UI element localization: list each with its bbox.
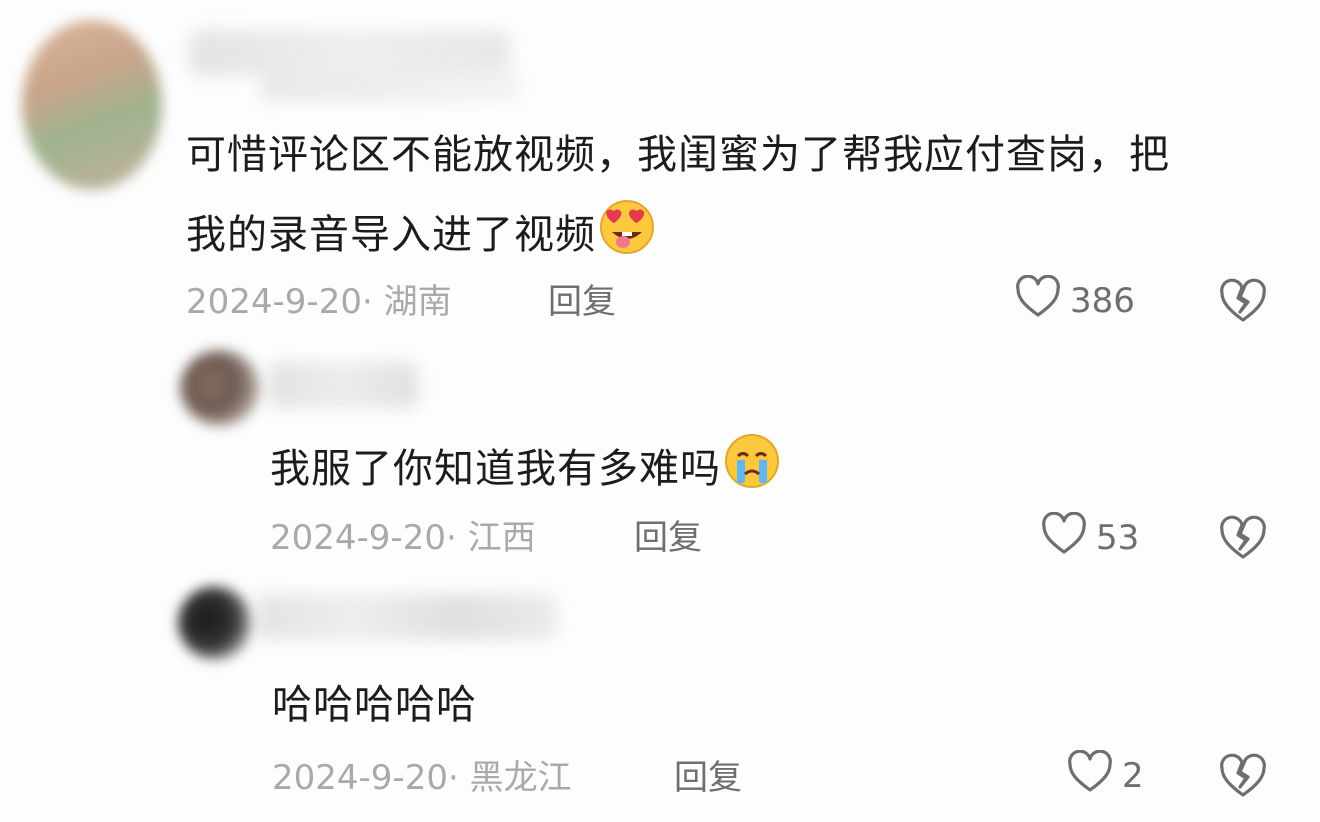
crying-face-emoji: [723, 432, 781, 508]
comment-location: · 湖南: [361, 282, 452, 322]
comment-location: · 江西: [445, 518, 536, 558]
heart-outline-icon: [1040, 511, 1088, 565]
comment-date: 2024-9-20: [270, 518, 446, 558]
comment-text-line: 可惜评论区不能放视频，我闺蜜为了帮我应付查岗，把: [186, 132, 1170, 178]
comment-text-line: 我服了你知道我有多难吗: [270, 446, 721, 492]
like-button[interactable]: 2: [1066, 749, 1144, 799]
reply-button[interactable]: 回复: [548, 282, 616, 322]
heart-outline-icon: [1066, 749, 1114, 803]
username-blurred[interactable]: [256, 594, 556, 640]
comment-text-line: 我的录音导入进了视频: [186, 212, 596, 258]
avatar[interactable]: [22, 20, 162, 190]
reply-item: 哈哈哈哈哈 2024-9-20· 黑龙江 回复 2: [0, 580, 1320, 822]
heart-outline-icon: [1014, 274, 1062, 328]
reply-button[interactable]: 回复: [634, 518, 702, 558]
comment-meta: 2024-9-20· 黑龙江: [272, 758, 572, 798]
comment-location: · 黑龙江: [447, 758, 572, 798]
avatar[interactable]: [178, 586, 252, 660]
star-struck-tongue-emoji: [598, 198, 656, 274]
like-button[interactable]: 386: [1014, 274, 1135, 324]
like-count: 53: [1096, 518, 1140, 558]
reply-button[interactable]: 回复: [674, 758, 742, 798]
broken-heart-icon: [1218, 515, 1268, 565]
avatar[interactable]: [180, 350, 260, 426]
broken-heart-icon: [1218, 753, 1268, 803]
comment-meta: 2024-9-20· 江西: [270, 518, 536, 558]
comment-item: 可惜评论区不能放视频，我闺蜜为了帮我应付查岗，把 我的录音导入进了视频 2024…: [0, 0, 1320, 340]
username-blurred[interactable]: [268, 362, 418, 408]
username-blurred[interactable]: [190, 30, 510, 76]
like-count: 2: [1122, 756, 1144, 796]
reply-item: 我服了你知道我有多难吗 2024-9-20· 江西 回复 53: [0, 340, 1320, 580]
dislike-button[interactable]: [1218, 753, 1268, 799]
dislike-button[interactable]: [1218, 515, 1268, 561]
comment-meta: 2024-9-20· 湖南: [186, 282, 452, 322]
comment-date: 2024-9-20: [272, 758, 448, 798]
comment-text: 哈哈哈哈哈: [272, 674, 477, 736]
dislike-button[interactable]: [1218, 278, 1268, 324]
comment-text-line: 哈哈哈哈哈: [272, 682, 477, 728]
like-count: 386: [1070, 281, 1135, 321]
comment-thread: 可惜评论区不能放视频，我闺蜜为了帮我应付查岗，把 我的录音导入进了视频 2024…: [0, 0, 1320, 822]
user-subtitle-blurred: [260, 72, 520, 102]
like-button[interactable]: 53: [1040, 511, 1140, 561]
broken-heart-icon: [1218, 278, 1268, 328]
comment-text: 我服了你知道我有多难吗: [270, 432, 781, 508]
comment-text: 我的录音导入进了视频: [186, 198, 656, 274]
comment-date: 2024-9-20: [186, 282, 362, 322]
comment-text: 可惜评论区不能放视频，我闺蜜为了帮我应付查岗，把: [186, 124, 1170, 186]
